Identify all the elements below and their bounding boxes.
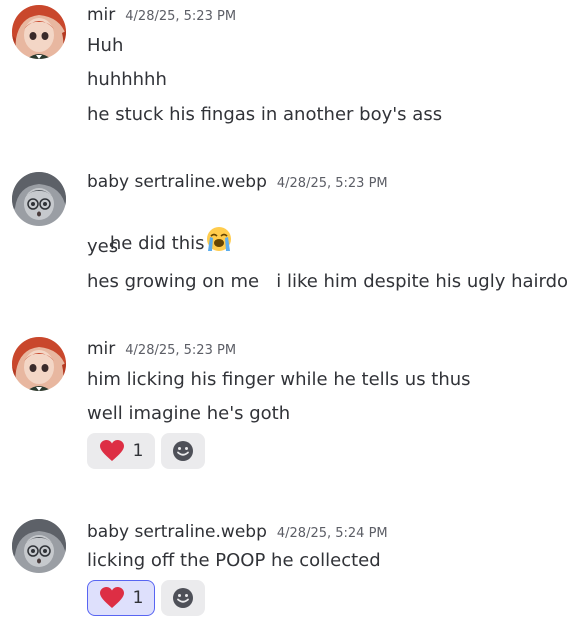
- message-header: baby sertraline.webp 4/28/25, 5:24 PM: [87, 522, 388, 544]
- avatar[interactable]: [12, 172, 66, 226]
- add-reaction-button[interactable]: [161, 580, 205, 616]
- add-reaction-icon: [173, 588, 193, 608]
- timestamp: 4/28/25, 5:24 PM: [276, 526, 388, 541]
- message-text: yes: [87, 236, 119, 257]
- message-text: hes growing on me i like him despite his…: [87, 271, 569, 292]
- heart-reaction-button[interactable]: 1: [87, 433, 155, 469]
- avatar[interactable]: [12, 519, 66, 573]
- message-text: Huh: [87, 35, 124, 56]
- message-text: him licking his finger while he tells us…: [87, 369, 471, 390]
- reaction-bar: 1: [87, 433, 205, 469]
- reaction-count: 1: [132, 441, 144, 461]
- reaction-count: 1: [132, 588, 144, 608]
- heart-icon: [99, 440, 124, 461]
- loudly-crying-emoji-icon: [206, 227, 231, 251]
- message-text: huhhhhh: [87, 69, 167, 90]
- add-reaction-icon: [173, 441, 193, 461]
- message-header: mir 4/28/25, 5:23 PM: [87, 339, 236, 361]
- message-header: mir 4/28/25, 5:23 PM: [87, 5, 236, 27]
- reaction-bar: 1: [87, 580, 205, 616]
- message-text: he did this: [109, 233, 205, 254]
- message-text: licking off the POOP he collected: [87, 550, 381, 571]
- author-name[interactable]: mir: [87, 5, 115, 25]
- author-name[interactable]: mir: [87, 339, 115, 359]
- message-text: he stuck his fingas in another boy's ass: [87, 104, 443, 125]
- message-text: well imagine he's goth: [87, 403, 291, 424]
- add-reaction-button[interactable]: [161, 433, 205, 469]
- timestamp: 4/28/25, 5:23 PM: [125, 343, 237, 358]
- avatar[interactable]: [12, 337, 66, 391]
- message-header: baby sertraline.webp 4/28/25, 5:23 PM: [87, 172, 388, 194]
- author-name[interactable]: baby sertraline.webp: [87, 522, 267, 542]
- timestamp: 4/28/25, 5:23 PM: [276, 176, 388, 191]
- avatar[interactable]: [12, 5, 66, 59]
- heart-reaction-button[interactable]: 1: [87, 580, 155, 616]
- author-name[interactable]: baby sertraline.webp: [87, 172, 267, 192]
- timestamp: 4/28/25, 5:23 PM: [125, 9, 237, 24]
- heart-icon: [99, 587, 124, 608]
